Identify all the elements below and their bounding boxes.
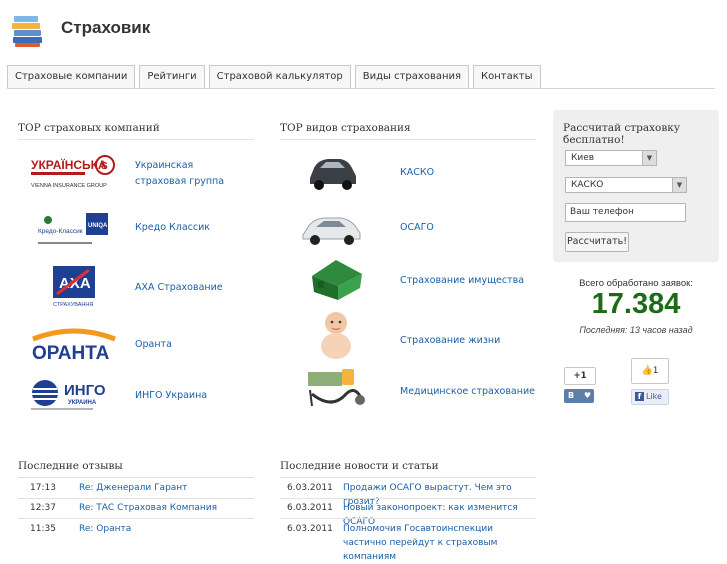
news-title: Последние новости и статьи [280,460,439,472]
house-icon[interactable] [306,256,366,302]
companies-title: TOP страховых компаний [18,122,160,134]
company-link-axa[interactable]: AXA Страхование [135,280,223,296]
review-time: 17:13 [30,483,56,493]
type-link-property[interactable]: Страхование имущества [400,273,524,289]
ingo-logo[interactable]: ИНГО УКРАИНА [30,378,122,412]
type-link-kasko[interactable]: КАСКО [400,165,434,181]
tab-contacts[interactable]: Контакты [473,65,541,88]
insurance-types-title: TOP видов страхования [280,122,411,134]
review-divider [18,498,254,499]
news-date: 6.03.2011 [287,483,333,493]
facebook-widget[interactable]: 👍1 f Like [631,358,669,406]
facebook-icon: f [635,392,644,401]
review-link[interactable]: Re: Дженерали Гарант [79,481,187,495]
company-link-credo-classic[interactable]: Кредо Классик [135,220,210,236]
vk-icon: В [568,391,575,400]
type-link-medical[interactable]: Медицинское страхование [400,384,535,400]
review-link[interactable]: Re: ТАС Страховая Компания [79,501,217,515]
requests-counter: 17.384 [591,288,681,320]
vk-share-button[interactable]: В ♥ [564,389,594,403]
heart-icon: ♥ [583,391,591,400]
last-request-time: Последняя: 13 часов назад [579,325,693,335]
type-link-osago[interactable]: ОСАГО [400,220,434,236]
chevron-down-icon: ▼ [672,178,686,192]
review-link[interactable]: Re: Оранта [79,522,131,536]
ingo-logo-text: ИНГО [64,382,106,399]
car-icon[interactable] [306,150,358,194]
axa-logo[interactable]: AXA СТРАХУВАННЯ [53,266,95,308]
insurance-type-select[interactable]: КАСКО ▼ [565,177,687,193]
credo-classic-logo-sub: UNIQA [88,223,108,229]
tab-ratings[interactable]: Рейтинги [139,65,205,88]
credo-classic-logo-text: Кредо-Классик [38,228,83,235]
like-count: 👍1 [631,358,669,384]
tab-insurance-types[interactable]: Виды страхования [354,65,470,88]
company-link-ingo[interactable]: ИНГО Украина [135,388,207,404]
company-link-oranta[interactable]: Оранта [135,337,172,353]
news-link[interactable]: Полномочия Госавтоинспекции частично пер… [343,522,533,564]
thumbs-up-icon: 👍 [641,366,653,376]
review-divider [18,518,254,519]
tab-companies[interactable]: Страховые компании [7,65,136,88]
tabs-divider [7,88,715,89]
type-link-life[interactable]: Страхование жизни [400,333,500,349]
tab-calculator[interactable]: Страховой калькулятор [208,65,351,88]
car-icon[interactable] [300,208,362,248]
news-date: 6.03.2011 [287,503,333,513]
news-rule [280,477,536,478]
gplus-button[interactable]: +1 [564,367,596,385]
calculator-title: Рассчитай страховку бесплатно! [563,122,680,146]
news-divider [280,518,536,519]
companies-rule [18,139,254,140]
ukrainian-group-logo-sub: VIENNA INSURANCE GROUP [31,183,107,189]
review-time: 12:37 [30,503,56,513]
axa-logo-sub: СТРАХУВАННЯ [53,302,93,308]
company-link-usg[interactable]: Украинская страховая группа [135,158,245,190]
city-select[interactable]: Киев ▼ [565,150,657,166]
review-time: 11:35 [30,524,56,534]
insurance-types-rule [280,139,536,140]
stethoscope-icon[interactable] [302,366,368,416]
site-logo[interactable] [11,14,45,48]
ukrainian-group-logo[interactable]: УКРАЇНСЬКА S VIENNA INSURANCE GROUP [30,154,118,190]
reviews-rule [18,477,254,478]
ingo-logo-sub: УКРАИНА [68,400,97,406]
chevron-down-icon: ▼ [642,151,656,165]
baby-icon[interactable] [316,310,356,360]
credo-classic-logo[interactable]: Кредо-Классик UNIQA [36,212,112,248]
news-divider [280,498,536,499]
phone-input[interactable]: Ваш телефон [565,203,686,222]
city-select-value: Киев [571,153,595,163]
gplus-vk-widget[interactable]: +1 В ♥ [564,367,596,405]
calculate-button[interactable]: Рассчитать! [565,232,629,252]
oranta-logo-text: ОРАНТА [32,343,110,361]
reviews-title: Последние отзывы [18,460,123,472]
facebook-like-button[interactable]: f Like [631,389,669,405]
svg-text:S: S [101,161,108,172]
insurance-type-select-value: КАСКО [571,180,604,190]
news-date: 6.03.2011 [287,524,333,534]
main-nav: Страховые компании Рейтинги Страховой ка… [7,65,541,88]
oranta-logo[interactable]: ОРАНТА [31,327,117,364]
site-title[interactable]: Страховик [61,18,150,38]
